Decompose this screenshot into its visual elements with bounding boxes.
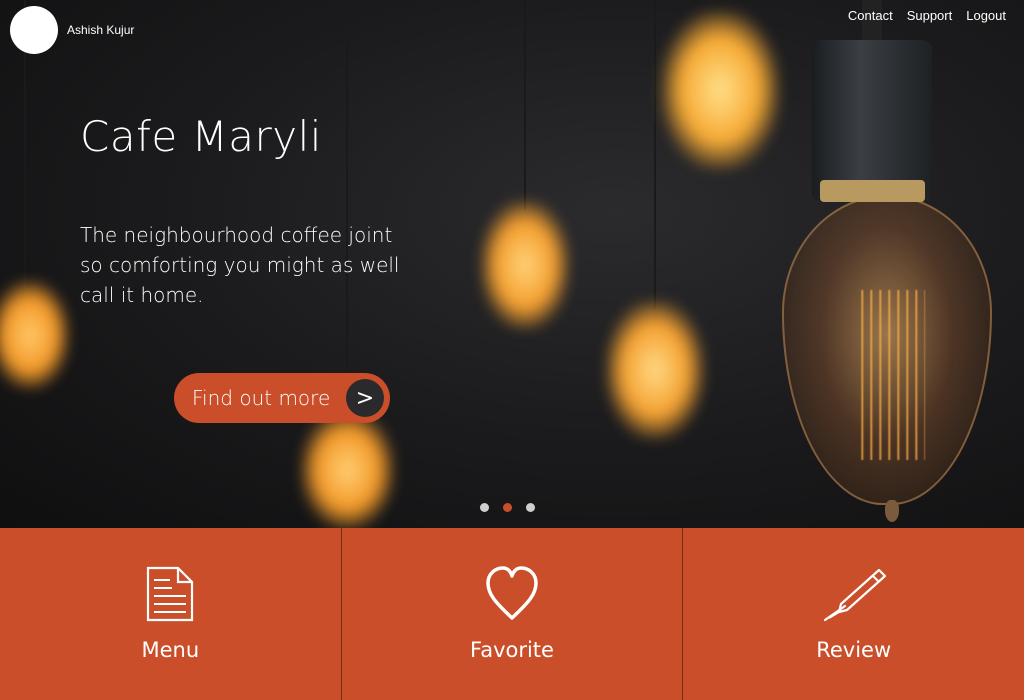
cta-label: Find out more <box>192 386 331 410</box>
carousel-dot-1[interactable] <box>480 503 489 512</box>
tile-review[interactable]: Review <box>683 528 1024 700</box>
top-nav: Contact Support Logout <box>848 8 1006 23</box>
nav-logout-link[interactable]: Logout <box>966 8 1006 23</box>
tile-favorite[interactable]: Favorite <box>342 528 684 700</box>
nav-contact-link[interactable]: Contact <box>848 8 893 23</box>
page-title: Cafe Maryli <box>80 112 322 161</box>
tile-favorite-label: Favorite <box>470 638 554 662</box>
find-out-more-button[interactable]: Find out more > <box>174 373 390 423</box>
document-icon <box>144 566 196 622</box>
bulb-filament <box>855 290 925 460</box>
nav-support-link[interactable]: Support <box>907 8 953 23</box>
bokeh-light <box>605 300 705 440</box>
bokeh-light <box>480 200 570 330</box>
carousel-dot-2[interactable] <box>503 503 512 512</box>
arrow-right-icon: > <box>346 379 384 417</box>
bokeh-light <box>0 280 70 390</box>
heart-icon <box>485 566 539 622</box>
bokeh-light <box>660 10 780 170</box>
tagline: The neighbourhood coffee joint so comfor… <box>80 223 400 307</box>
tile-menu-label: Menu <box>141 638 200 662</box>
carousel-dots <box>480 503 535 512</box>
user-name: Ashish Kujur <box>67 23 135 37</box>
tile-review-label: Review <box>816 638 892 662</box>
pen-icon <box>821 566 887 622</box>
feature-tiles: Menu Favorite Review <box>0 528 1024 700</box>
hero-banner: Ashish Kujur Contact Support Logout Cafe… <box>0 0 1024 528</box>
avatar[interactable] <box>10 6 58 54</box>
bulb-socket <box>812 40 932 200</box>
bokeh-light <box>300 410 395 528</box>
carousel-dot-3[interactable] <box>526 503 535 512</box>
tile-menu[interactable]: Menu <box>0 528 342 700</box>
